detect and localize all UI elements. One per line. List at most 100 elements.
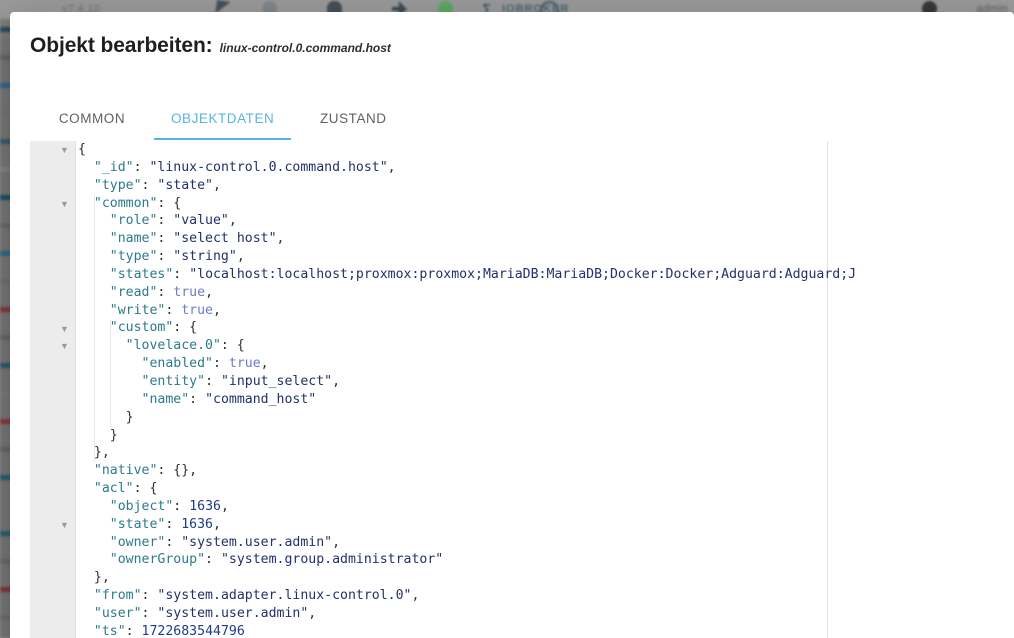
json-editor[interactable]: ▼ ▼ ▼ ▼ ▼ { "_id": "linux-control.0.command.… <box>30 141 1014 638</box>
code-line: "ts": 1722683544796 <box>75 623 1014 638</box>
code-token: , <box>308 605 317 621</box>
code-token: "system.user.admin" <box>181 534 333 550</box>
code-token: "ownerGroup" <box>109 552 206 568</box>
code-token: true <box>228 356 261 372</box>
code-token: , <box>213 177 221 193</box>
code-token: "from" <box>93 588 142 604</box>
dialog-tabs: COMMON OBJEKTDATEN ZUSTAND <box>30 96 415 140</box>
code-token: , <box>228 213 237 229</box>
editor-gutter[interactable]: ▼ ▼ ▼ ▼ ▼ <box>30 141 76 638</box>
code-token: : <box>125 623 142 638</box>
code-token: "object" <box>109 498 174 514</box>
code-token: , <box>332 534 341 550</box>
fold-toggle-icon[interactable]: ▼ <box>59 141 70 159</box>
code-token: } <box>109 427 118 443</box>
code-token: : {}, <box>157 463 198 479</box>
code-line: "write": true, <box>75 302 1014 320</box>
code-token: 1722683544796 <box>141 623 245 638</box>
code-token: , <box>260 356 269 372</box>
code-token: "owner" <box>109 534 166 550</box>
code-line: { <box>75 141 1014 159</box>
code-token: : <box>141 588 158 604</box>
code-token: "lovelace.0" <box>125 338 221 354</box>
code-token: : <box>165 516 182 532</box>
dialog-object-id: linux-control.0.command.host <box>219 41 391 55</box>
code-token: 1636 <box>189 498 221 514</box>
code-token: } <box>125 409 134 425</box>
code-token: "native" <box>93 463 158 479</box>
code-line: }, <box>75 569 1014 587</box>
code-token: , <box>213 302 221 318</box>
code-line: "common": { <box>75 195 1014 213</box>
code-token: , <box>213 516 221 532</box>
edit-object-dialog: Objekt bearbeiten: linux-control.0.comma… <box>10 12 1014 638</box>
code-token: : { <box>220 338 245 354</box>
indent-guide <box>109 319 111 427</box>
code-token: "ts" <box>93 623 126 638</box>
code-token: "command_host" <box>205 391 317 407</box>
code-token: : { <box>157 195 182 211</box>
code-token: : <box>157 249 174 265</box>
fold-toggle-icon[interactable]: ▼ <box>59 320 70 338</box>
code-token: : <box>165 534 182 550</box>
code-line: } <box>75 427 1014 445</box>
code-token: "state" <box>157 177 213 193</box>
code-token: "role" <box>109 213 158 229</box>
code-line: "name": "command_host" <box>75 391 1014 409</box>
code-token: }, <box>93 570 110 586</box>
code-token: : <box>205 552 221 568</box>
code-token: : <box>205 373 221 389</box>
code-token: "type" <box>93 177 142 193</box>
code-token: "system.adapter.linux-control.0" <box>157 588 412 604</box>
code-line: "role": "value", <box>75 212 1014 230</box>
code-token: "read" <box>109 284 158 300</box>
code-token: : <box>173 498 190 514</box>
code-line: "type": "string", <box>75 248 1014 266</box>
code-line: "state": 1636, <box>75 516 1014 534</box>
code-token: true <box>173 284 206 300</box>
code-token: "linux-control.0.command.host" <box>149 159 388 175</box>
fold-toggle-icon[interactable]: ▼ <box>59 337 70 355</box>
fold-toggle-icon[interactable]: ▼ <box>59 516 70 534</box>
code-token: "states" <box>109 266 174 282</box>
code-token: "localhost:localhost;proxmox:proxmox;Mar… <box>189 266 857 282</box>
code-line: "enabled": true, <box>75 355 1014 373</box>
code-token: : <box>157 231 174 247</box>
code-token: "name" <box>141 391 190 407</box>
code-token: , <box>205 284 214 300</box>
screen: v7.4.10 ∑ IOBROKER admin Objekt bearbeit… <box>0 0 1014 638</box>
code-line: } <box>75 409 1014 427</box>
code-token: "type" <box>109 249 158 265</box>
dialog-title: Objekt bearbeiten: linux-control.0.comma… <box>30 34 391 58</box>
code-line: "states": "localhost:localhost;proxmox:p… <box>75 266 1014 284</box>
code-token: }, <box>93 445 110 461</box>
code-token: "value" <box>173 213 229 229</box>
code-token: : <box>157 284 174 300</box>
code-token: , <box>220 498 229 514</box>
code-line: "from": "system.adapter.linux-control.0"… <box>75 587 1014 605</box>
code-token: "state" <box>109 516 166 532</box>
code-token: "_id" <box>93 159 134 175</box>
code-token: : <box>213 356 229 372</box>
code-token: , <box>332 373 341 389</box>
code-line: "acl": { <box>75 480 1014 498</box>
tab-objektdaten[interactable]: OBJEKTDATEN <box>154 96 292 140</box>
code-token: , <box>276 231 285 247</box>
code-token: "entity" <box>141 373 206 389</box>
code-token: "system.group.administrator" <box>220 552 444 568</box>
tab-zustand[interactable]: ZUSTAND <box>291 96 415 140</box>
code-line: "custom": { <box>75 319 1014 337</box>
tab-common[interactable]: COMMON <box>30 96 154 140</box>
code-token: "system.user.admin" <box>157 605 309 621</box>
indent-guide <box>93 194 95 463</box>
code-token: "acl" <box>93 481 134 497</box>
code-line: "owner": "system.user.admin", <box>75 534 1014 552</box>
editor-code[interactable]: { "_id": "linux-control.0.command.host",… <box>75 141 1014 638</box>
code-token: , <box>236 249 245 265</box>
code-token: "enabled" <box>141 356 213 372</box>
fold-toggle-icon[interactable]: ▼ <box>59 195 70 213</box>
code-line: }, <box>75 444 1014 462</box>
code-token: true <box>181 302 213 318</box>
code-line: "name": "select host", <box>75 230 1014 248</box>
code-token: , <box>411 588 420 604</box>
